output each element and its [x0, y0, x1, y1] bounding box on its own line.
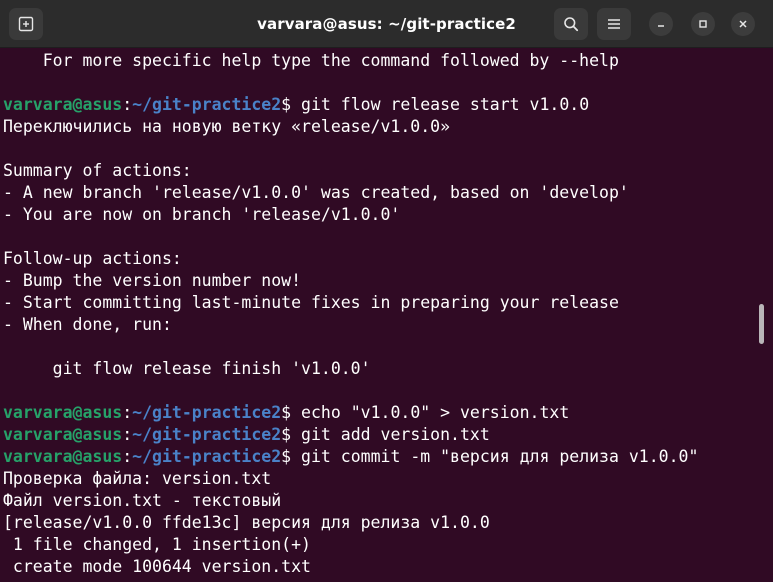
output-text: Переключились на новую ветку «release/v1… [3, 117, 451, 136]
command-text: echo "v1.0.0" > version.txt [301, 403, 570, 422]
maximize-button[interactable] [691, 12, 715, 36]
search-icon [564, 17, 579, 32]
prompt-user: varvara@asus [3, 447, 123, 466]
minimize-icon [658, 25, 664, 27]
output-line: - A new branch 'release/v1.0.0' was crea… [3, 182, 698, 204]
output-text: git flow release finish 'v1.0.0' [3, 359, 371, 378]
output-line: Переключились на новую ветку «release/v1… [3, 116, 698, 138]
output-line: - When done, run: [3, 314, 698, 336]
prompt-path: ~/git-practice2 [132, 403, 282, 422]
prompt-symbol: $ [281, 95, 302, 114]
prompt-separator: : [122, 403, 133, 422]
output-text: Проверка файла: version.txt [3, 469, 272, 488]
vertical-scrollbar[interactable] [759, 304, 764, 344]
output-text: - Start committing last-minute fixes in … [3, 293, 619, 312]
output-line: git flow release finish 'v1.0.0' [3, 358, 698, 380]
prompt-line: varvara@asus:~/git-practice2$ git add ve… [3, 424, 698, 446]
new-tab-icon [18, 16, 34, 32]
output-text: Summary of actions: [3, 161, 192, 180]
output-line: Файл version.txt - текстовый [3, 490, 698, 512]
prompt-separator: : [122, 425, 133, 444]
output-text: - When done, run: [3, 315, 172, 334]
prompt-separator: : [122, 95, 133, 114]
output-line: Проверка файла: version.txt [3, 468, 698, 490]
prompt-path: ~/git-practice2 [132, 95, 282, 114]
prompt-separator: : [122, 447, 133, 466]
output-line: Follow-up actions: [3, 248, 698, 270]
close-icon [739, 20, 747, 28]
output-text: - Bump the version number now! [3, 271, 302, 290]
prompt-user: varvara@asus [3, 425, 123, 444]
prompt-symbol: $ [281, 447, 302, 466]
prompt-path: ~/git-practice2 [132, 425, 282, 444]
title-bar[interactable]: varvara@asus: ~/git-practice2 [0, 0, 773, 48]
minimize-button[interactable] [649, 12, 673, 36]
output-line: - Start committing last-minute fixes in … [3, 292, 698, 314]
output-line: - Bump the version number now! [3, 270, 698, 292]
output-text: - A new branch 'release/v1.0.0' was crea… [3, 183, 629, 202]
output-text: For more specific help type the command … [3, 51, 619, 70]
output-text: Follow-up actions: [3, 249, 182, 268]
output-line: Summary of actions: [3, 160, 698, 182]
output-text: - You are now on branch 'release/v1.0.0' [3, 205, 401, 224]
terminal-output[interactable]: For more specific help type the command … [0, 48, 773, 582]
output-line: - You are now on branch 'release/v1.0.0' [3, 204, 698, 226]
maximize-icon [699, 20, 707, 28]
output-text: [release/v1.0.0 ffde13c] версия для рели… [3, 513, 490, 532]
prompt-user: varvara@asus [3, 403, 123, 422]
prompt-line: varvara@asus:~/git-practice2$ git commit… [3, 446, 698, 468]
terminal-lines: For more specific help type the command … [3, 50, 698, 578]
output-line: [release/v1.0.0 ffde13c] версия для рели… [3, 512, 698, 534]
output-text: Файл version.txt - текстовый [3, 491, 282, 510]
prompt-line: varvara@asus:~/git-practice2$ git flow r… [3, 94, 698, 116]
command-text: git commit -m "версия для релиза v1.0.0" [301, 447, 699, 466]
output-line: For more specific help type the command … [3, 50, 698, 72]
output-line: 1 file changed, 1 insertion(+) [3, 534, 698, 556]
output-text: 1 file changed, 1 insertion(+) [3, 535, 311, 554]
prompt-line: varvara@asus:~/git-practice2$ echo "v1.0… [3, 402, 698, 424]
command-text: git flow release start v1.0.0 [301, 95, 590, 114]
terminal-window: varvara@asus: ~/git-practice2 For more s… [0, 0, 773, 582]
prompt-symbol: $ [281, 425, 302, 444]
hamburger-menu-icon [608, 19, 620, 29]
close-button[interactable] [731, 12, 755, 36]
prompt-user: varvara@asus [3, 95, 123, 114]
search-button[interactable] [554, 8, 588, 40]
prompt-symbol: $ [281, 403, 302, 422]
menu-button[interactable] [597, 8, 631, 40]
output-text: create mode 100644 version.txt [3, 557, 311, 576]
output-line: create mode 100644 version.txt [3, 556, 698, 578]
prompt-path: ~/git-practice2 [132, 447, 282, 466]
new-tab-button[interactable] [9, 8, 43, 40]
command-text: git add version.txt [301, 425, 490, 444]
